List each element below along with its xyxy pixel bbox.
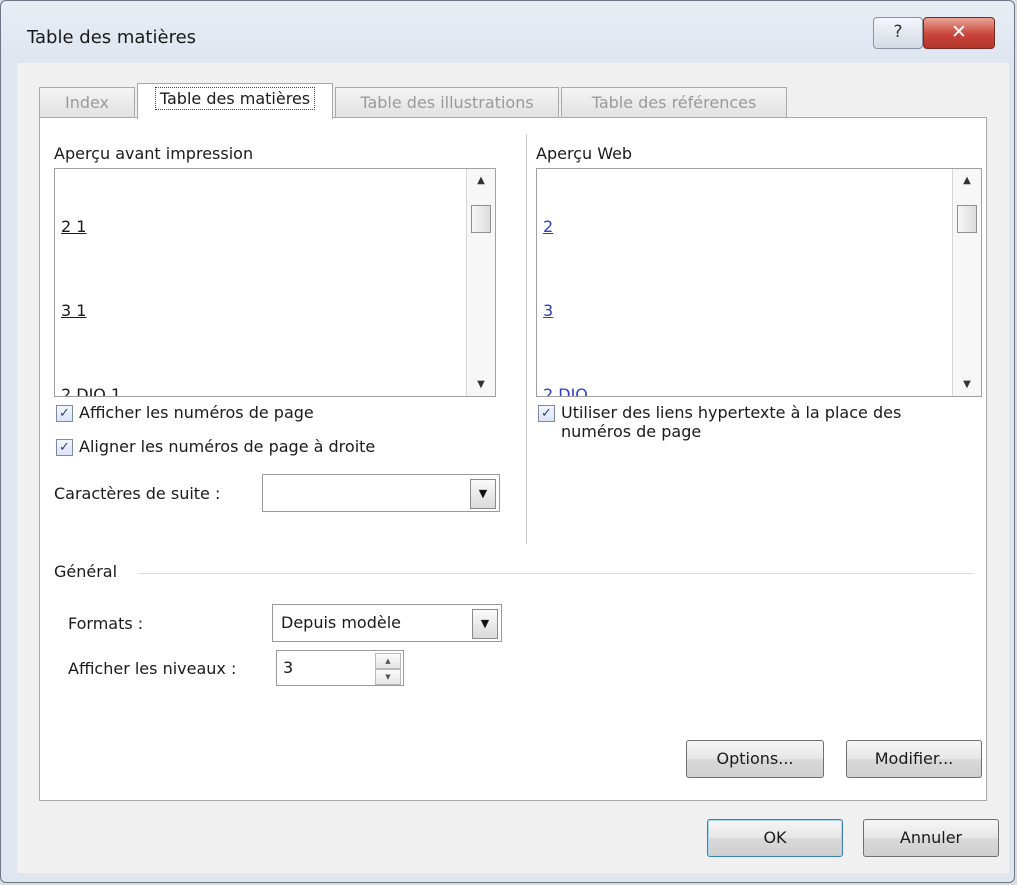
tab-leader-combo[interactable]: ▼ (262, 474, 500, 512)
tab-table-des-matieres[interactable]: Table des matières (137, 83, 333, 119)
print-preview-line: 2 DIO 1 (61, 385, 122, 397)
tab-index[interactable]: Index (39, 87, 135, 117)
levels-label: Afficher les niveaux : (68, 659, 237, 678)
spin-down-icon[interactable]: ▼ (375, 669, 401, 685)
title-bar[interactable]: Table des matières ? ✕ (1, 1, 1014, 63)
use-hyperlinks-checkbox[interactable]: ✓ (538, 405, 555, 422)
formats-select[interactable]: Depuis modèle ▼ (272, 604, 502, 642)
show-page-numbers-option[interactable]: ✓ Afficher les numéros de page (56, 403, 314, 422)
web-preview-label: Aperçu Web (536, 144, 633, 163)
align-right-option[interactable]: ✓ Aligner les numéros de page à droite (56, 437, 375, 456)
tab-leader-label: Caractères de suite : (54, 484, 221, 503)
levels-value: 3 (283, 658, 294, 677)
show-page-numbers-label: Afficher les numéros de page (79, 403, 314, 422)
web-preview-scrollbar[interactable]: ▲ ▼ (952, 169, 981, 396)
help-button[interactable]: ? (873, 17, 923, 49)
show-page-numbers-checkbox[interactable]: ✓ (56, 405, 73, 422)
scroll-thumb[interactable] (471, 205, 491, 233)
vertical-separator (526, 134, 527, 544)
scroll-down-icon[interactable]: ▼ (953, 379, 981, 390)
formats-value: Depuis modèle (281, 613, 401, 632)
tab-panel: Aperçu avant impression 2 1 3 1 2 DIO 1 … (39, 117, 987, 801)
use-hyperlinks-label-cont: numéros de page (561, 422, 702, 441)
dialog-body: Index Table des matières Table des illus… (17, 63, 1009, 873)
toc-dialog: Table des matières ? ✕ Index Table des m… (0, 0, 1015, 883)
modify-button[interactable]: Modifier... (846, 740, 982, 778)
cancel-button[interactable]: Annuler (863, 819, 999, 857)
print-preview-scrollbar[interactable]: ▲ ▼ (466, 169, 495, 396)
formats-label: Formats : (68, 614, 144, 633)
align-right-label: Aligner les numéros de page à droite (79, 437, 376, 456)
levels-spin-buttons: ▲ ▼ (375, 653, 401, 685)
print-preview-box[interactable]: 2 1 3 1 2 DIO 1 ▲ ▼ (54, 168, 496, 397)
print-preview-line: 2 1 (61, 217, 87, 236)
ok-button[interactable]: OK (707, 819, 843, 857)
dropdown-arrow-icon[interactable]: ▼ (470, 479, 496, 509)
scroll-up-icon[interactable]: ▲ (467, 175, 495, 186)
tab-table-des-references[interactable]: Table des références (561, 87, 787, 117)
tab-table-des-illustrations[interactable]: Table des illustrations (335, 87, 559, 117)
print-preview-line: 3 1 (61, 301, 87, 320)
web-preview-link[interactable]: 3 (543, 301, 553, 320)
close-button[interactable]: ✕ (923, 17, 995, 49)
scroll-thumb[interactable] (957, 205, 977, 233)
web-preview-link[interactable]: 2 DIO (543, 385, 588, 396)
spin-up-icon[interactable]: ▲ (375, 653, 401, 669)
dropdown-arrow-icon[interactable]: ▼ (472, 609, 498, 639)
align-right-checkbox[interactable]: ✓ (56, 439, 73, 456)
use-hyperlinks-label: Utiliser des liens hypertexte à la place… (561, 403, 902, 422)
group-divider (138, 573, 974, 574)
scroll-up-icon[interactable]: ▲ (953, 175, 981, 186)
web-preview-link[interactable]: 2 (543, 217, 553, 236)
dialog-title: Table des matières (27, 27, 197, 48)
use-hyperlinks-option[interactable]: ✓ Utiliser des liens hypertexte à la pla… (538, 403, 901, 441)
print-preview-label: Aperçu avant impression (54, 144, 254, 163)
web-preview-box[interactable]: 2 3 2 DIO ▲ ▼ (536, 168, 982, 397)
options-button[interactable]: Options... (686, 740, 824, 778)
levels-spinner[interactable]: 3 ▲ ▼ (276, 650, 404, 686)
general-group-heading: Général (54, 562, 118, 581)
scroll-down-icon[interactable]: ▼ (467, 379, 495, 390)
